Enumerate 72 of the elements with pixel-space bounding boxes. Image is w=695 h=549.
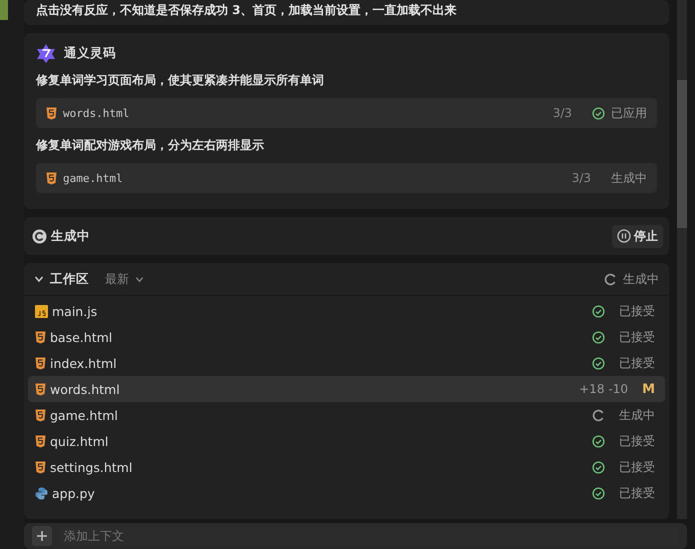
dropdown-chevron-icon[interactable]: [135, 274, 144, 284]
file-name: game.html: [50, 408, 118, 422]
status-text: 生成中: [619, 406, 655, 424]
file-name: main.js: [52, 304, 98, 318]
file-name: base.html: [50, 330, 112, 344]
add-button[interactable]: [32, 526, 52, 546]
status-text: 已接受: [619, 328, 655, 346]
check-circle-icon: [592, 356, 605, 370]
scrollbar[interactable]: [677, 0, 687, 519]
html-file-icon: [35, 460, 46, 474]
workspace-status: 生成中: [623, 270, 659, 288]
chevron-icon[interactable]: [34, 274, 44, 284]
js-file-icon: [35, 304, 48, 318]
file-name: words.html: [50, 382, 120, 396]
stop-button[interactable]: 停止: [612, 224, 663, 248]
file-row[interactable]: game.html 生成中: [28, 402, 665, 428]
status-text: 已接受: [619, 354, 655, 372]
file-row[interactable]: app.py 已接受: [28, 480, 665, 506]
progress-count: 3/3: [552, 106, 572, 120]
removed-lines: -10: [608, 382, 628, 396]
file-card[interactable]: game.html 3/3 生成中: [36, 163, 657, 193]
task-title: 修复单词学习页面布局，使其更紧凑并能显示所有单词: [36, 72, 325, 89]
file-row[interactable]: index.html 已接受: [28, 350, 665, 376]
status-text: 已接受: [619, 432, 655, 450]
file-row[interactable]: main.js 已接受: [28, 298, 665, 324]
author-name: 通义灵码: [64, 44, 116, 62]
added-lines: +18: [579, 382, 604, 396]
sort-dropdown[interactable]: 最新: [105, 270, 129, 288]
file-name: settings.html: [50, 460, 132, 474]
message-text: 点击没有反应，不知道是否保存成功 3、首页，加载当前设置，一直加载不出来: [36, 2, 458, 19]
status-text: 已接受: [619, 302, 655, 320]
file-name: words.html: [63, 106, 130, 120]
html-file-icon: [35, 408, 46, 422]
status-text: 已应用: [611, 104, 647, 122]
composer-bar[interactable]: 添加上下文: [24, 523, 687, 549]
file-name: index.html: [50, 356, 117, 370]
html-file-icon: [35, 330, 46, 344]
file-row[interactable]: base.html 已接受: [28, 324, 665, 350]
file-name: game.html: [63, 172, 123, 184]
file-row[interactable]: settings.html 已接受: [28, 454, 665, 480]
check-circle-icon: [592, 304, 605, 318]
file-name: app.py: [52, 486, 95, 500]
check-circle-icon: [592, 106, 605, 120]
progress-count: 3/3: [572, 171, 591, 185]
file-row[interactable]: quiz.html 已接受: [28, 428, 665, 454]
pause-icon: [617, 229, 631, 243]
html-file-icon: [46, 172, 57, 184]
plus-icon: [36, 530, 48, 542]
status-label: 生成中: [51, 228, 90, 244]
html-file-icon: [35, 356, 46, 370]
python-file-icon: [35, 486, 48, 500]
status-text: 生成中: [611, 170, 647, 186]
file-row[interactable]: words.html +18 -10 M: [28, 376, 665, 402]
check-circle-icon: [592, 434, 605, 448]
spinner-icon: [592, 408, 605, 422]
check-circle-icon: [592, 330, 605, 344]
check-circle-icon: [592, 460, 605, 474]
check-circle-icon: [592, 486, 605, 500]
html-file-icon: [35, 382, 46, 396]
workspace-title: 工作区: [50, 270, 89, 288]
star-logo-icon: [36, 43, 56, 63]
html-file-icon: [46, 106, 57, 120]
spinner-icon: [604, 272, 617, 286]
task-title: 修复单词配对游戏布局，分为左右两排显示: [36, 137, 265, 154]
html-file-icon: [35, 434, 46, 448]
file-name: quiz.html: [50, 434, 108, 448]
modified-label: M: [642, 382, 655, 396]
loading-icon: [32, 228, 47, 244]
activity-indicator: [0, 0, 8, 20]
status-text: 已接受: [619, 484, 655, 502]
file-card[interactable]: words.html 3/3 已应用: [36, 98, 657, 128]
status-text: 已接受: [619, 458, 655, 476]
